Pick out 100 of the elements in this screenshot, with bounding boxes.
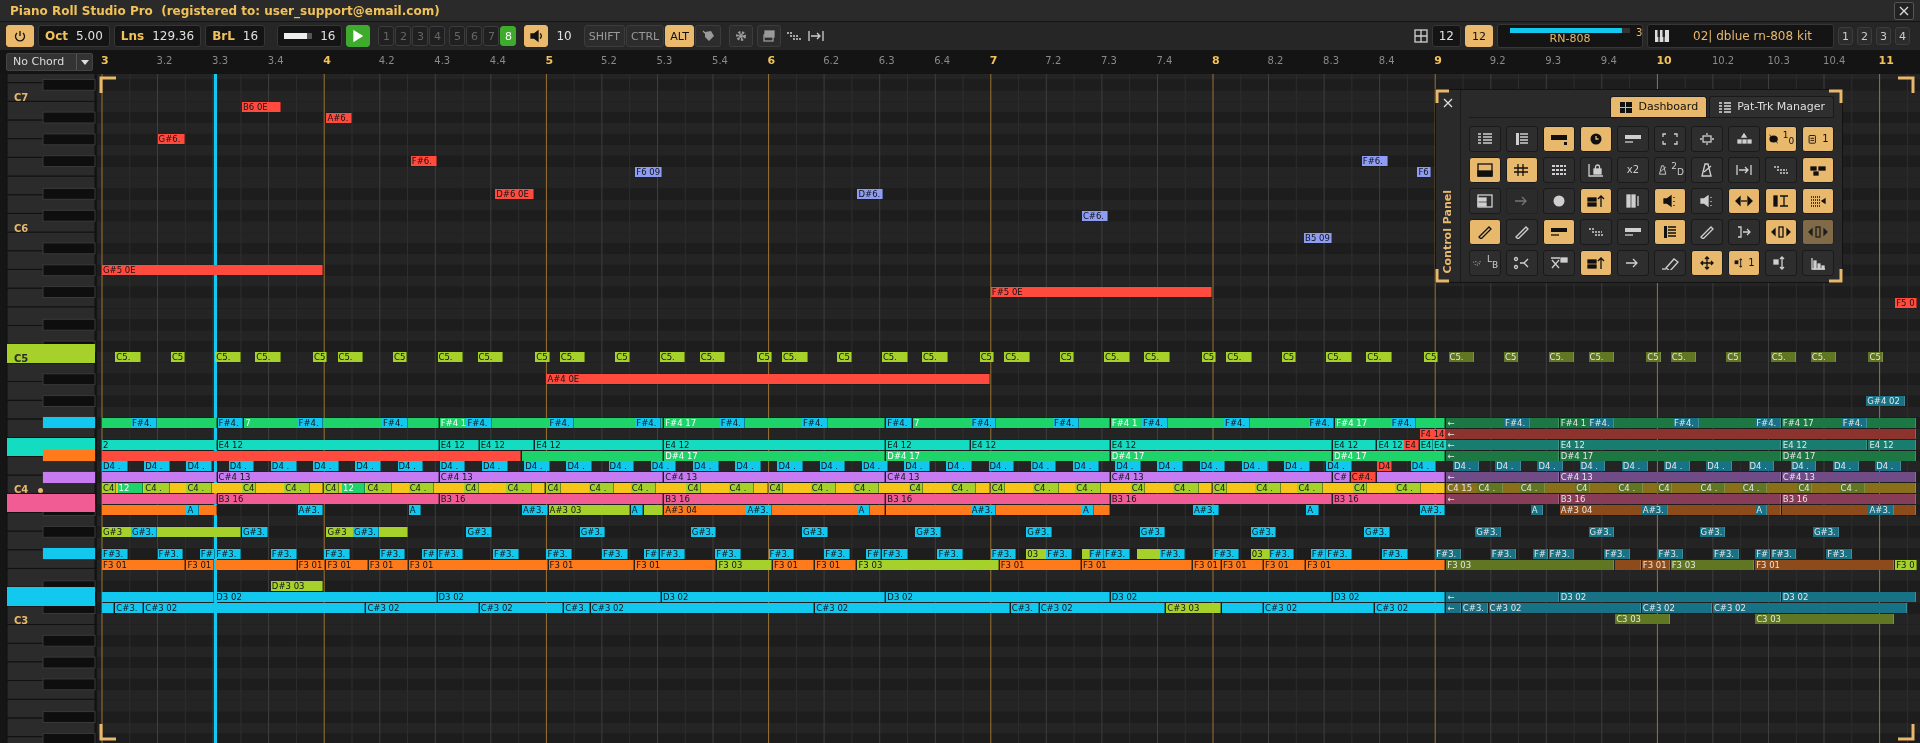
tool-button[interactable] bbox=[1617, 126, 1649, 152]
note-block: B3 16 bbox=[217, 494, 439, 505]
note-block: C#4 13 bbox=[439, 472, 664, 483]
tool-button[interactable] bbox=[1802, 157, 1834, 183]
tool-button[interactable] bbox=[1691, 219, 1723, 245]
note-block: A#3. bbox=[521, 505, 548, 515]
note-block: G#5 0E bbox=[102, 265, 324, 276]
note-block: E4 12 bbox=[1559, 439, 1781, 450]
bar-number: 10 bbox=[1656, 55, 1672, 67]
note-block: D4 . bbox=[608, 461, 635, 472]
tool-button[interactable] bbox=[1765, 188, 1797, 214]
note-block: C4 . bbox=[1075, 483, 1101, 494]
grid-value-field[interactable]: 12 bbox=[1431, 25, 1461, 47]
modifier-button[interactable]: ALT bbox=[665, 25, 695, 47]
note-block: A bbox=[1306, 505, 1319, 515]
tool-button[interactable]: 1 bbox=[1802, 126, 1834, 152]
page-button[interactable]: 3 bbox=[1876, 27, 1891, 45]
panel-tab[interactable]: Pat-Trk Manager bbox=[1709, 96, 1834, 117]
tool-button[interactable] bbox=[1654, 219, 1686, 245]
settings-button[interactable] bbox=[729, 25, 754, 47]
note-block: C4 bbox=[464, 483, 479, 494]
tool-button[interactable] bbox=[1654, 188, 1686, 214]
kit-selector[interactable]: 02| dblue rn-808 kit bbox=[1647, 24, 1834, 48]
tool-button[interactable] bbox=[1617, 188, 1649, 214]
note-block: D4 . bbox=[1284, 461, 1310, 472]
tool-button[interactable] bbox=[1765, 157, 1797, 183]
panel-tab[interactable]: Dashboard bbox=[1610, 96, 1708, 117]
snap-button[interactable]: 12 bbox=[1465, 25, 1493, 47]
tool-button[interactable] bbox=[1728, 157, 1760, 183]
tool-button[interactable] bbox=[1728, 126, 1760, 152]
tool-button[interactable] bbox=[1802, 250, 1834, 276]
note-block: D#4 17 bbox=[1333, 450, 1446, 461]
page-button[interactable]: 2 bbox=[1857, 27, 1872, 45]
tool-button[interactable] bbox=[1691, 157, 1723, 183]
power-button[interactable] bbox=[6, 25, 34, 47]
note-block: D#6. bbox=[857, 188, 884, 199]
number-field[interactable]: BrL 16 bbox=[205, 25, 266, 47]
speaker-icon bbox=[529, 29, 544, 43]
note-block: C5 bbox=[979, 352, 995, 363]
tool-button[interactable] bbox=[1506, 157, 1538, 183]
note-block: F#3. bbox=[1826, 548, 1852, 559]
note-block: C4 . bbox=[588, 483, 615, 494]
tool-button[interactable] bbox=[1543, 157, 1575, 183]
note-block: A#4 0E bbox=[546, 374, 990, 385]
tool-button[interactable] bbox=[1654, 250, 1686, 276]
note-block: E4 bbox=[1404, 439, 1419, 450]
note-block: F6 09 bbox=[635, 167, 663, 178]
note-block: F#3. bbox=[601, 548, 628, 559]
zoom-slider[interactable]: 16 bbox=[277, 25, 343, 47]
tool-button[interactable]: 1 bbox=[1728, 250, 1760, 276]
tool-button[interactable] bbox=[1580, 157, 1612, 183]
modifier-button[interactable]: CTRL bbox=[626, 25, 665, 47]
tool-button[interactable] bbox=[1506, 219, 1538, 245]
track-selector[interactable]: RN-808 3 bbox=[1497, 24, 1643, 48]
tool-button[interactable] bbox=[1580, 188, 1612, 214]
tool-button[interactable] bbox=[1543, 250, 1575, 276]
tool-button[interactable] bbox=[1802, 188, 1834, 214]
number-field[interactable]: Oct 5.00 bbox=[38, 25, 110, 47]
tool-button[interactable] bbox=[1543, 188, 1575, 214]
tool-button[interactable] bbox=[1765, 250, 1797, 276]
tool-button[interactable] bbox=[1469, 219, 1501, 245]
arrow-bar-icon[interactable] bbox=[807, 29, 826, 43]
tool-button[interactable] bbox=[1469, 126, 1501, 152]
tool-button[interactable] bbox=[1728, 219, 1760, 245]
close-button[interactable] bbox=[1894, 1, 1914, 20]
tool-button[interactable] bbox=[1580, 126, 1612, 152]
tool-button[interactable] bbox=[1691, 250, 1723, 276]
window-button[interactable] bbox=[757, 25, 782, 47]
tool-button[interactable] bbox=[1580, 219, 1612, 245]
lines-icon[interactable] bbox=[785, 29, 804, 43]
tool-button[interactable] bbox=[1580, 250, 1612, 276]
tool-button[interactable]: x2 bbox=[1617, 157, 1649, 183]
page-button[interactable]: 4 bbox=[1895, 27, 1910, 45]
speaker-button[interactable] bbox=[524, 25, 549, 47]
tool-button[interactable] bbox=[1469, 188, 1501, 214]
mouse-button[interactable] bbox=[695, 25, 722, 47]
tool-button[interactable] bbox=[1469, 157, 1501, 183]
note-block: F3 03 bbox=[1446, 559, 1615, 570]
tool-button[interactable] bbox=[1617, 219, 1649, 245]
tool-button[interactable] bbox=[1765, 219, 1797, 245]
shapes-icon bbox=[1734, 132, 1754, 146]
note-block: F# bbox=[644, 548, 660, 559]
tool-button[interactable] bbox=[1654, 126, 1686, 152]
tool-button[interactable] bbox=[1691, 126, 1723, 152]
window-icon bbox=[762, 29, 777, 43]
note-block: C5 bbox=[615, 352, 630, 363]
tool-button[interactable] bbox=[1617, 250, 1649, 276]
number-field[interactable]: Lns 129.36 bbox=[113, 25, 202, 47]
play-button[interactable] bbox=[346, 25, 371, 47]
tool-button[interactable] bbox=[1506, 126, 1538, 152]
bar-number: 5 bbox=[545, 55, 554, 67]
chord-dropdown[interactable]: No Chord bbox=[6, 53, 93, 71]
modifier-button[interactable]: SHIFT bbox=[583, 25, 626, 47]
tool-button[interactable] bbox=[1543, 126, 1575, 152]
tool-button[interactable] bbox=[1543, 219, 1575, 245]
tool-button[interactable] bbox=[1691, 188, 1723, 214]
tool-button[interactable] bbox=[1728, 188, 1760, 214]
tool-button[interactable] bbox=[1506, 250, 1538, 276]
page-button[interactable]: 1 bbox=[1838, 27, 1853, 45]
grid-icon[interactable] bbox=[1413, 29, 1428, 43]
